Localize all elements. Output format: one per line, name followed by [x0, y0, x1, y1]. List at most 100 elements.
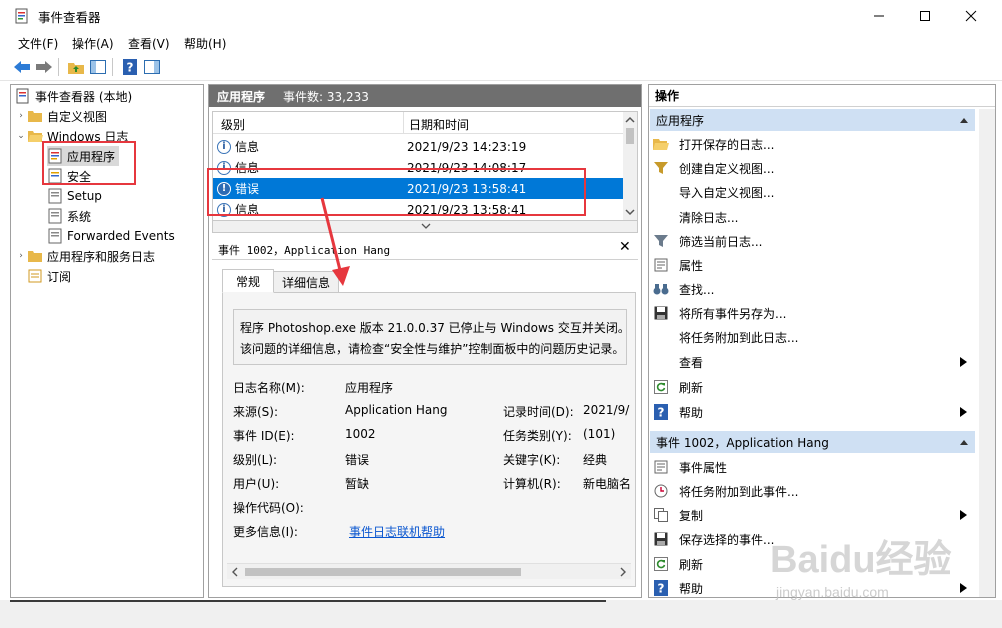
blank-icon — [653, 354, 669, 370]
event-list-scrollbar[interactable] — [623, 112, 637, 220]
splitter[interactable] — [212, 221, 638, 233]
refresh-icon — [653, 379, 669, 395]
help-toolbar-button[interactable]: ? — [120, 57, 140, 77]
submenu-arrow-icon — [960, 407, 967, 417]
more-info-link[interactable]: 事件日志联机帮助 — [349, 523, 445, 540]
action-label: 将任务附加到此事件... — [679, 484, 799, 499]
chevron-down-icon[interactable] — [419, 221, 433, 231]
tree-item-subscriptions[interactable]: 订阅 — [27, 266, 71, 286]
folder-up-icon — [68, 63, 84, 74]
show-hide-tree-button[interactable] — [88, 57, 108, 77]
action-label: 刷新 — [679, 380, 704, 395]
action-attach-task-to-event[interactable]: 将任务附加到此事件... — [653, 479, 973, 503]
minimize-button[interactable] — [856, 0, 902, 32]
detail-title: 事件 1002，Application Hang — [218, 244, 391, 257]
menu-view[interactable]: 查看(V) — [128, 35, 170, 52]
tree-item-root[interactable]: 事件查看器 (本地) — [15, 86, 132, 106]
detail-header: 事件 1002，Application Hang ✕ — [212, 238, 638, 260]
log-header: 应用程序 事件数: 33,233 — [209, 85, 641, 107]
detail-hscrollbar[interactable] — [227, 563, 631, 579]
action-event-properties[interactable]: 事件属性 — [653, 455, 973, 479]
annotation-box-tree — [42, 141, 136, 185]
tree-item-custom-views[interactable]: › 自定义视图 — [15, 106, 107, 126]
action-create-custom-view[interactable]: 创建自定义视图... — [653, 156, 973, 180]
filter-icon — [653, 233, 669, 249]
action-properties[interactable]: 属性 — [653, 253, 973, 277]
menu-bar: 文件(F) 操作(A) 查看(V) 帮助(H) — [0, 32, 1002, 54]
action-open-saved-log[interactable]: 打开保存的日志... — [653, 132, 973, 156]
action-find[interactable]: 查找... — [653, 277, 973, 301]
action-label: 筛选当前日志... — [679, 234, 763, 249]
task-clock-icon — [653, 483, 669, 499]
log-icon — [47, 228, 63, 244]
column-datetime[interactable]: 日期和时间 — [409, 116, 469, 133]
copy-icon — [653, 507, 669, 523]
toolbar-separator — [58, 58, 59, 76]
action-filter-current-log[interactable]: 筛选当前日志... — [653, 229, 973, 253]
scroll-up-icon[interactable] — [623, 114, 637, 126]
scroll-thumb[interactable] — [245, 568, 521, 576]
tab-general[interactable]: 常规 — [222, 269, 274, 293]
title-bar: 事件查看器 — [0, 0, 1002, 32]
forward-arrow-icon — [36, 61, 52, 73]
close-icon — [965, 10, 977, 22]
watermark-brand: Baidu经验 — [770, 539, 952, 581]
menu-action[interactable]: 操作(A) — [72, 35, 114, 52]
collapse-up-icon[interactable] — [959, 438, 969, 446]
up-folder-button[interactable] — [66, 57, 86, 77]
subscription-icon — [27, 268, 43, 284]
level-value: 错误 — [345, 453, 370, 467]
action-help[interactable]: ? 帮助 — [653, 400, 973, 424]
tree-item-system[interactable]: 系统 — [47, 206, 91, 226]
chevron-right-icon[interactable]: › — [15, 111, 27, 121]
tree-label: Setup — [67, 189, 102, 203]
tree-item-apps-services[interactable]: › 应用程序和服务日志 — [15, 246, 155, 266]
actions-title: 操作 — [649, 85, 995, 107]
scroll-right-icon[interactable] — [617, 565, 629, 579]
menu-help[interactable]: 帮助(H) — [184, 35, 226, 52]
section-header-event[interactable]: 事件 1002，Application Hang — [650, 431, 975, 453]
more-info-label: 更多信息(I): — [233, 525, 298, 539]
tree-item-setup[interactable]: Setup — [47, 186, 102, 206]
scroll-left-icon[interactable] — [229, 565, 241, 579]
actions-scrollbar[interactable] — [979, 109, 995, 597]
menu-file[interactable]: 文件(F) — [18, 35, 58, 52]
source-value: Application Hang — [345, 403, 448, 417]
status-divider — [10, 600, 606, 602]
close-button[interactable] — [948, 0, 994, 32]
tree-label: 事件查看器 (本地) — [35, 89, 133, 104]
column-divider[interactable] — [403, 112, 404, 134]
log-icon — [47, 208, 63, 224]
user-label: 用户(U): — [233, 477, 280, 491]
back-button[interactable] — [12, 57, 32, 77]
action-view[interactable]: 查看 — [653, 350, 973, 374]
action-pane-button[interactable] — [142, 57, 162, 77]
maximize-button[interactable] — [902, 0, 948, 32]
event-count: 事件数: 33,233 — [283, 89, 369, 104]
action-clear-log[interactable]: 清除日志... — [653, 205, 973, 229]
info-icon: i — [217, 139, 231, 154]
chevron-down-icon[interactable]: ⌄ — [15, 131, 27, 141]
row-level: 信息 — [235, 140, 260, 154]
scroll-down-icon[interactable] — [623, 206, 637, 218]
action-import-custom-view[interactable]: 导入自定义视图... — [653, 180, 973, 204]
action-attach-task-to-log[interactable]: 将任务附加到此日志... — [653, 325, 973, 349]
forward-button[interactable] — [34, 57, 54, 77]
close-detail-icon[interactable]: ✕ — [619, 239, 631, 255]
section-header-application[interactable]: 应用程序 — [650, 109, 975, 131]
chevron-right-icon[interactable]: › — [15, 251, 27, 261]
action-refresh[interactable]: 刷新 — [653, 375, 973, 399]
section-title: 事件 1002，Application Hang — [656, 435, 829, 450]
tab-label: 常规 — [235, 274, 260, 289]
action-save-all-events[interactable]: 将所有事件另存为... — [653, 301, 973, 325]
refresh-icon — [653, 556, 669, 572]
properties-icon — [653, 459, 669, 475]
maximize-icon — [920, 11, 930, 21]
column-level[interactable]: 级别 — [221, 116, 245, 133]
table-row[interactable]: i 信息 2021/9/23 14:23:19 — [213, 136, 625, 157]
folder-icon — [27, 108, 43, 124]
collapse-up-icon[interactable] — [959, 116, 969, 124]
scroll-thumb[interactable] — [626, 128, 634, 144]
tree-item-forwarded-events[interactable]: Forwarded Events — [47, 226, 175, 246]
action-copy[interactable]: 复制 — [653, 503, 973, 527]
